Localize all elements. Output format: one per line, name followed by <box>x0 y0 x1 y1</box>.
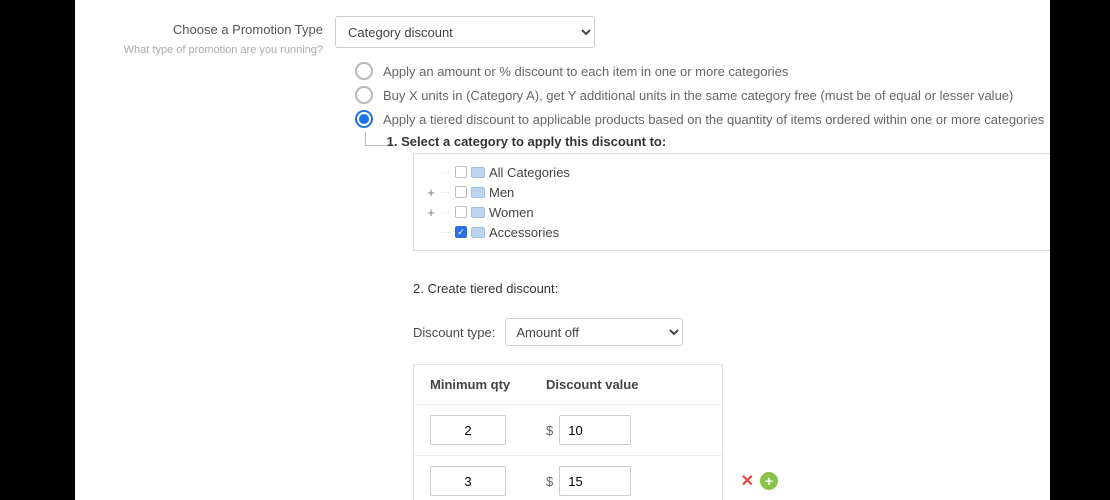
tier-header-value: Discount value <box>546 377 706 392</box>
category-checkbox[interactable] <box>455 206 467 218</box>
tree-guide-dots: ··· <box>440 207 450 218</box>
radio-label: Buy X units in (Category A), get Y addit… <box>383 88 1013 103</box>
main-content: Choose a Promotion Type What type of pro… <box>75 0 1050 500</box>
radio-option-0[interactable]: Apply an amount or % discount to each it… <box>335 62 1050 80</box>
tier-header-minqty: Minimum qty <box>430 377 546 392</box>
tier-table-header: Minimum qty Discount value <box>414 365 722 404</box>
tree-guide-dots: ··· <box>440 227 450 238</box>
promotion-type-help: What type of promotion are you running? <box>75 43 323 58</box>
category-checkbox[interactable] <box>455 186 467 198</box>
category-row-men[interactable]: + ··· Men <box>420 182 1044 202</box>
radio-label: Apply an amount or % discount to each it… <box>383 64 788 79</box>
category-label: Accessories <box>489 225 559 240</box>
radio-button[interactable] <box>355 86 373 104</box>
expand-toggle[interactable]: + <box>426 185 436 200</box>
category-row-women[interactable]: + ··· Women <box>420 202 1044 222</box>
folder-icon <box>471 207 485 218</box>
add-tier-icon[interactable]: + <box>760 472 778 490</box>
tree-connector-line <box>365 132 387 146</box>
tier-row: $✕+ <box>414 455 722 500</box>
radio-button[interactable] <box>355 110 373 128</box>
category-row-accessories[interactable]: ··· Accessories <box>420 222 1044 242</box>
tree-guide-dots: ··· <box>440 187 450 198</box>
currency-symbol: $ <box>546 474 553 489</box>
category-checkbox[interactable] <box>455 226 467 238</box>
right-black-panel <box>1050 0 1110 500</box>
tier-row: $ <box>414 404 722 455</box>
tier-table: Minimum qty Discount value $$✕+ <box>413 364 723 500</box>
promotion-type-label: Choose a Promotion Type <box>75 22 323 37</box>
folder-icon <box>471 187 485 198</box>
promotion-type-select[interactable]: Category discount <box>335 16 595 48</box>
folder-icon <box>471 167 485 178</box>
step1-title: 1. Select a category to apply this disco… <box>387 134 667 149</box>
promotion-rule-radio-group: Apply an amount or % discount to each it… <box>335 62 1050 128</box>
radio-button[interactable] <box>355 62 373 80</box>
category-row-all-categories[interactable]: ··· All Categories <box>420 162 1044 182</box>
folder-icon <box>471 227 485 238</box>
discount-value-input[interactable] <box>559 466 631 496</box>
minimum-qty-input[interactable] <box>430 415 506 445</box>
discount-type-label: Discount type: <box>413 325 495 340</box>
promotion-type-label-col: Choose a Promotion Type What type of pro… <box>75 16 335 58</box>
delete-tier-icon[interactable]: ✕ <box>741 471 754 491</box>
category-checkbox[interactable] <box>455 166 467 178</box>
step2-title: 2. Create tiered discount: <box>413 281 1050 296</box>
discount-value-input[interactable] <box>559 415 631 445</box>
category-label: All Categories <box>489 165 570 180</box>
category-label: Women <box>489 205 534 220</box>
radio-option-1[interactable]: Buy X units in (Category A), get Y addit… <box>335 86 1050 104</box>
tree-guide-dots: ··· <box>440 167 450 178</box>
category-label: Men <box>489 185 514 200</box>
currency-symbol: $ <box>546 423 553 438</box>
category-tree-panel: ··· All Categories + ··· Men + ··· Women ··· Acce… <box>413 153 1050 251</box>
minimum-qty-input[interactable] <box>430 466 506 496</box>
left-black-panel <box>0 0 75 500</box>
expand-toggle[interactable]: + <box>426 205 436 220</box>
radio-option-2[interactable]: Apply a tiered discount to applicable pr… <box>335 110 1050 128</box>
discount-type-select[interactable]: Amount off <box>505 318 683 346</box>
radio-label: Apply a tiered discount to applicable pr… <box>383 112 1044 127</box>
